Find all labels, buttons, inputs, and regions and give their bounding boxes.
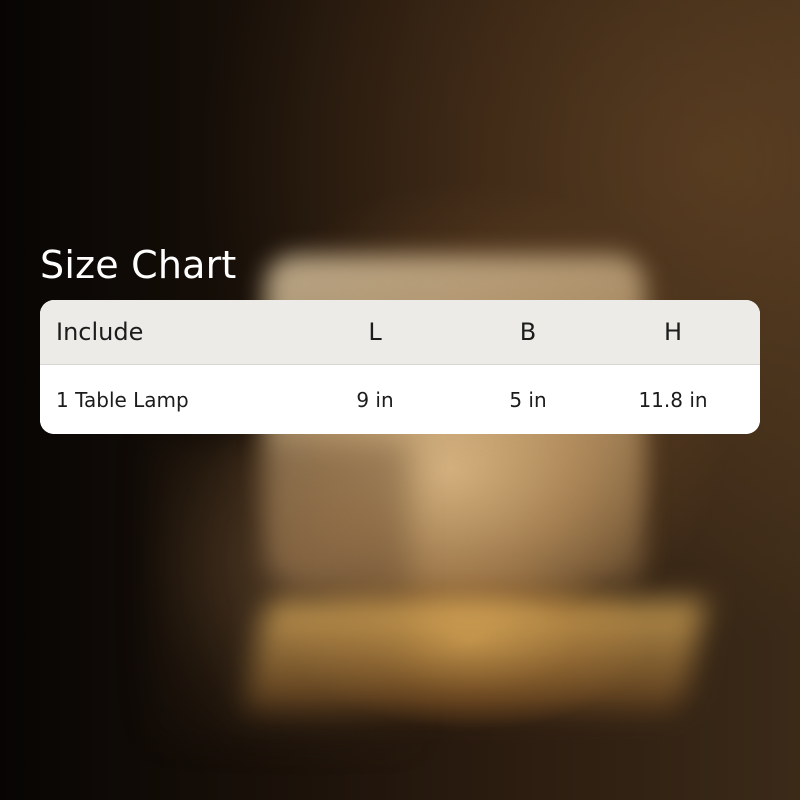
cell-b: 5 in	[509, 387, 547, 412]
header-h: H	[663, 318, 683, 346]
table-row: 1 Table Lamp 9 in 5 in 11.8 in	[40, 365, 760, 434]
table-header-row: Include L B H	[40, 300, 760, 365]
lamp-base-blur	[243, 600, 707, 710]
cell-h: 11.8 in	[638, 387, 708, 412]
cell-l: 9 in	[356, 387, 394, 412]
cell-include: 1 Table Lamp	[56, 387, 189, 412]
size-table: Include L B H 1 Table Lamp 9 in 5 in 11.…	[40, 300, 760, 434]
header-b: B	[519, 318, 537, 346]
header-l: L	[368, 318, 382, 346]
size-chart-title: Size Chart	[40, 243, 237, 287]
header-include: Include	[56, 318, 144, 346]
